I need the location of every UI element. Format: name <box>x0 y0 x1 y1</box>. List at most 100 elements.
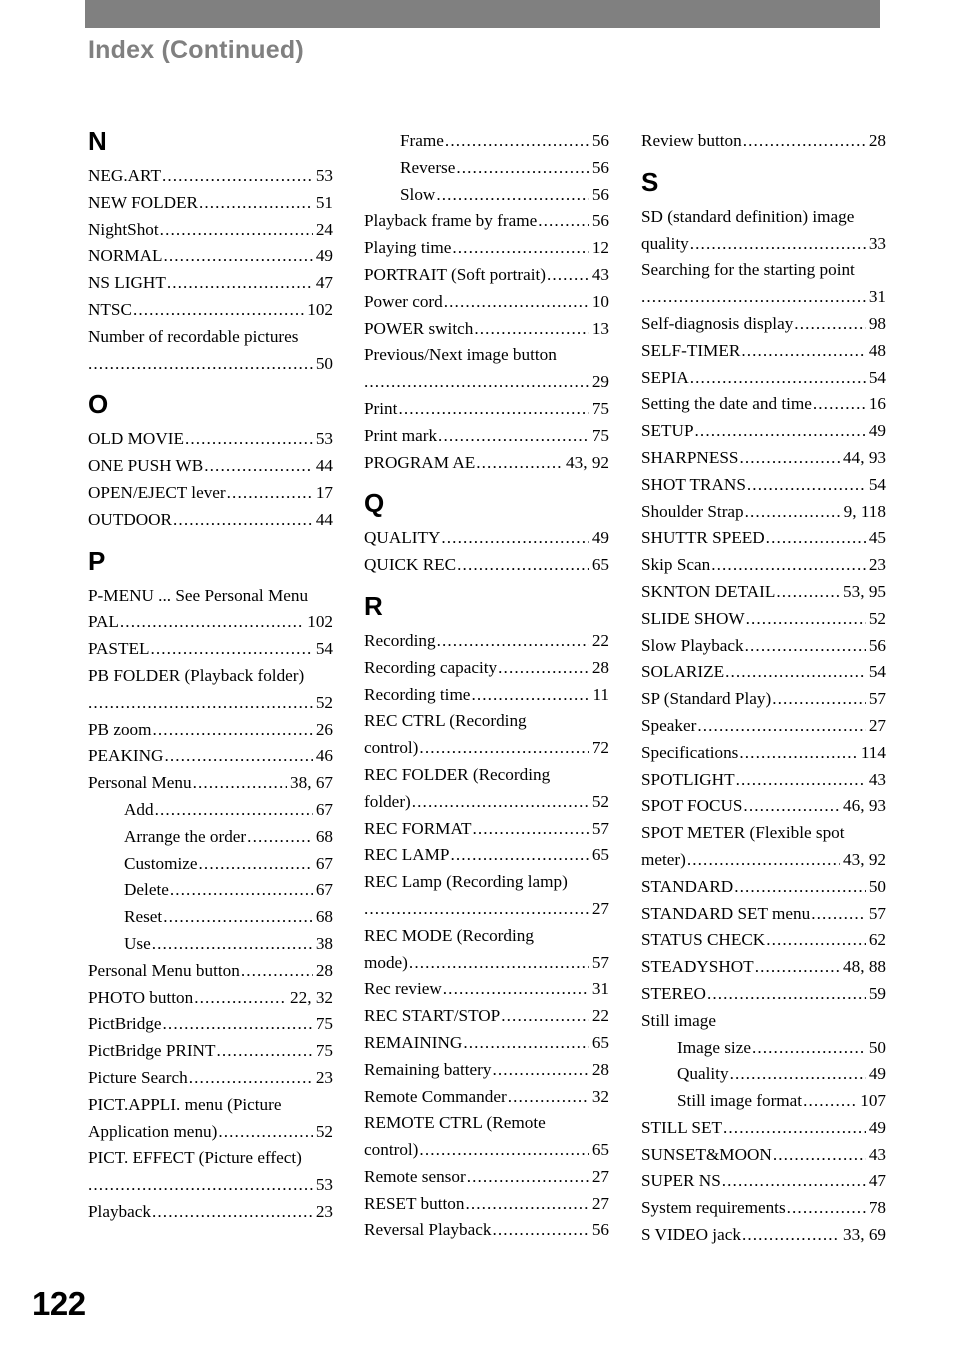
index-entry[interactable]: SETUP...................................… <box>641 418 886 445</box>
index-entry[interactable]: REC CTRL (Recording control).............… <box>364 708 609 762</box>
index-entry[interactable]: Skip Scan...............................… <box>641 552 886 579</box>
index-entry[interactable]: SELF-TIMER..............................… <box>641 338 886 365</box>
index-entry[interactable]: SOLARIZE................................… <box>641 659 886 686</box>
index-entry[interactable]: REC LAMP................................… <box>364 842 609 869</box>
index-entry[interactable]: SPOTLIGHT...............................… <box>641 767 886 794</box>
index-entry[interactable]: NightShot...............................… <box>88 217 333 244</box>
index-entry[interactable]: PAL.....................................… <box>88 609 333 636</box>
index-entry[interactable]: Self-diagnosis display..................… <box>641 311 886 338</box>
index-entry[interactable]: Playback frame by frame.................… <box>364 208 609 235</box>
index-entry[interactable]: PICT.APPLI. menu (Picture Application men… <box>88 1092 333 1146</box>
index-entry[interactable]: OUTDOOR.................................… <box>88 507 333 534</box>
index-entry[interactable]: QUALITY.................................… <box>364 525 609 552</box>
index-subentry[interactable]: Still image format......................… <box>641 1088 886 1115</box>
index-entry[interactable]: PB FOLDER (Playback folder).............… <box>88 663 333 717</box>
index-entry[interactable]: PictBridge PRINT........................… <box>88 1038 333 1065</box>
index-entry[interactable]: Searching for the starting point........… <box>641 257 886 311</box>
index-entry[interactable]: PictBridge..............................… <box>88 1011 333 1038</box>
index-entry[interactable]: REMOTE CTRL (Remote control).............… <box>364 1110 609 1164</box>
index-entry[interactable]: PASTEL..................................… <box>88 636 333 663</box>
index-entry[interactable]: Recording time..........................… <box>364 682 609 709</box>
index-subentry[interactable]: Customize...............................… <box>88 851 333 878</box>
index-subentry[interactable]: Reverse.................................… <box>364 155 609 182</box>
index-entry[interactable]: PHOTO button............................… <box>88 985 333 1012</box>
index-entry[interactable]: Personal Menu button....................… <box>88 958 333 985</box>
index-entry[interactable]: Remote sensor...........................… <box>364 1164 609 1191</box>
index-subentry[interactable]: Add.....................................… <box>88 797 333 824</box>
index-entry[interactable]: SPOT FOCUS..............................… <box>641 793 886 820</box>
index-entry[interactable]: SD (standard definition) image quality...… <box>641 204 886 258</box>
index-entry[interactable]: REC Lamp (Recording lamp)...............… <box>364 869 609 923</box>
index-entry[interactable]: Specifications..........................… <box>641 740 886 767</box>
index-subentry[interactable]: Frame...................................… <box>364 128 609 155</box>
index-entry[interactable]: Review button...........................… <box>641 128 886 155</box>
index-entry[interactable]: Remaining battery.......................… <box>364 1057 609 1084</box>
index-entry[interactable]: Picture Search..........................… <box>88 1065 333 1092</box>
index-subentry[interactable]: Delete..................................… <box>88 877 333 904</box>
index-entry[interactable]: POWER switch............................… <box>364 316 609 343</box>
index-entry[interactable]: Personal Menu...........................… <box>88 770 333 797</box>
index-entry[interactable]: Remote Commander........................… <box>364 1084 609 1111</box>
index-entry[interactable]: STANDARD................................… <box>641 874 886 901</box>
index-entry[interactable]: STATUS CHECK............................… <box>641 927 886 954</box>
index-entry[interactable]: PROGRAM AE..............................… <box>364 450 609 477</box>
index-entry[interactable]: Print mark..............................… <box>364 423 609 450</box>
index-entry[interactable]: Setting the date and time...............… <box>641 391 886 418</box>
index-entry[interactable]: QUICK REC...............................… <box>364 552 609 579</box>
index-entry[interactable]: Speaker.................................… <box>641 713 886 740</box>
index-entry[interactable]: SP (Standard Play)......................… <box>641 686 886 713</box>
index-entry[interactable]: SKNTON DETAIL...........................… <box>641 579 886 606</box>
index-entry[interactable]: PORTRAIT (Soft portrait)................… <box>364 262 609 289</box>
index-subentry[interactable]: Slow....................................… <box>364 182 609 209</box>
index-entry[interactable]: Recording...............................… <box>364 628 609 655</box>
index-entry[interactable]: Power cord..............................… <box>364 289 609 316</box>
index-entry[interactable]: NEW FOLDER..............................… <box>88 190 333 217</box>
index-entry[interactable]: SHUTTR SPEED............................… <box>641 525 886 552</box>
index-entry[interactable]: SPOT METER (Flexible spot meter).........… <box>641 820 886 874</box>
index-entry[interactable]: S VIDEO jack............................… <box>641 1222 886 1249</box>
index-entry[interactable]: STILL SET...............................… <box>641 1115 886 1142</box>
index-subentry[interactable]: Use.....................................… <box>88 931 333 958</box>
index-entry[interactable]: Playing time............................… <box>364 235 609 262</box>
index-entry[interactable]: Reversal Playback.......................… <box>364 1217 609 1244</box>
index-entry[interactable]: PEAKING.................................… <box>88 743 333 770</box>
index-entry[interactable]: NTSC....................................… <box>88 297 333 324</box>
index-entry[interactable]: SHARPNESS...............................… <box>641 445 886 472</box>
index-entry[interactable]: Previous/Next image button..............… <box>364 342 609 396</box>
index-entry[interactable]: REC FOLDER (Recording folder)............… <box>364 762 609 816</box>
index-entry[interactable]: REC START/STOP..........................… <box>364 1003 609 1030</box>
index-entry[interactable]: Playback................................… <box>88 1199 333 1226</box>
index-entry[interactable]: PB zoom.................................… <box>88 717 333 744</box>
index-entry[interactable]: ONE PUSH WB.............................… <box>88 453 333 480</box>
index-entry[interactable]: Slow Playback...........................… <box>641 633 886 660</box>
index-entry[interactable]: NEG.ART.................................… <box>88 163 333 190</box>
index-entry[interactable]: STEADYSHOT..............................… <box>641 954 886 981</box>
index-entry[interactable]: SHOT TRANS..............................… <box>641 472 886 499</box>
index-entry[interactable]: Recording capacity......................… <box>364 655 609 682</box>
index-entry[interactable]: P-MENU ... See Personal Menu <box>88 583 333 610</box>
index-entry[interactable]: REC FORMAT..............................… <box>364 816 609 843</box>
index-entry[interactable]: REMAINING...............................… <box>364 1030 609 1057</box>
index-entry[interactable]: System requirements.....................… <box>641 1195 886 1222</box>
index-entry[interactable]: RESET button............................… <box>364 1191 609 1218</box>
index-entry[interactable]: Print...................................… <box>364 396 609 423</box>
index-entry[interactable]: NS LIGHT................................… <box>88 270 333 297</box>
index-entry[interactable]: Still image <box>641 1008 886 1035</box>
index-entry[interactable]: REC MODE (Recording mode)................… <box>364 923 609 977</box>
index-entry[interactable]: SUPER NS................................… <box>641 1168 886 1195</box>
index-entry[interactable]: PICT. EFFECT (Picture effect)...........… <box>88 1145 333 1199</box>
index-entry[interactable]: Number of recordable pictures...........… <box>88 324 333 378</box>
index-entry[interactable]: OPEN/EJECT lever........................… <box>88 480 333 507</box>
index-entry[interactable]: STANDARD SET menu.......................… <box>641 901 886 928</box>
index-entry[interactable]: SLIDE SHOW..............................… <box>641 606 886 633</box>
index-entry[interactable]: SEPIA...................................… <box>641 365 886 392</box>
index-subentry[interactable]: Reset...................................… <box>88 904 333 931</box>
index-subentry[interactable]: Arrange the order.......................… <box>88 824 333 851</box>
index-entry[interactable]: STEREO..................................… <box>641 981 886 1008</box>
index-entry[interactable]: Rec review..............................… <box>364 976 609 1003</box>
index-entry[interactable]: NORMAL..................................… <box>88 243 333 270</box>
index-subentry[interactable]: Quality.................................… <box>641 1061 886 1088</box>
index-entry[interactable]: OLD MOVIE...............................… <box>88 426 333 453</box>
index-entry[interactable]: SUNSET&MOON.............................… <box>641 1142 886 1169</box>
index-entry[interactable]: Shoulder Strap..........................… <box>641 499 886 526</box>
